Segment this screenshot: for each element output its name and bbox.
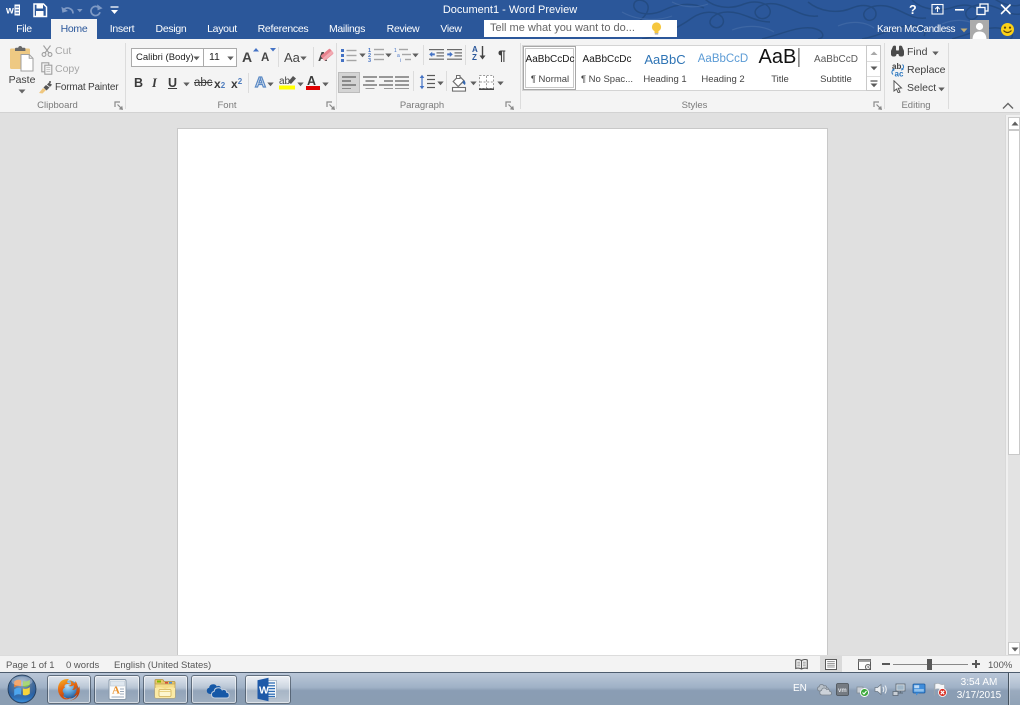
svg-text:3: 3 [368, 58, 371, 62]
svg-text:i: i [400, 58, 401, 62]
svg-text:ac: ac [895, 70, 904, 78]
svg-text:A: A [255, 74, 266, 91]
svg-text:vm: vm [838, 688, 847, 694]
svg-text:?: ? [909, 3, 917, 17]
svg-text:Z: Z [472, 53, 477, 61]
svg-text:W: W [259, 685, 269, 697]
svg-text:A: A [112, 685, 120, 697]
